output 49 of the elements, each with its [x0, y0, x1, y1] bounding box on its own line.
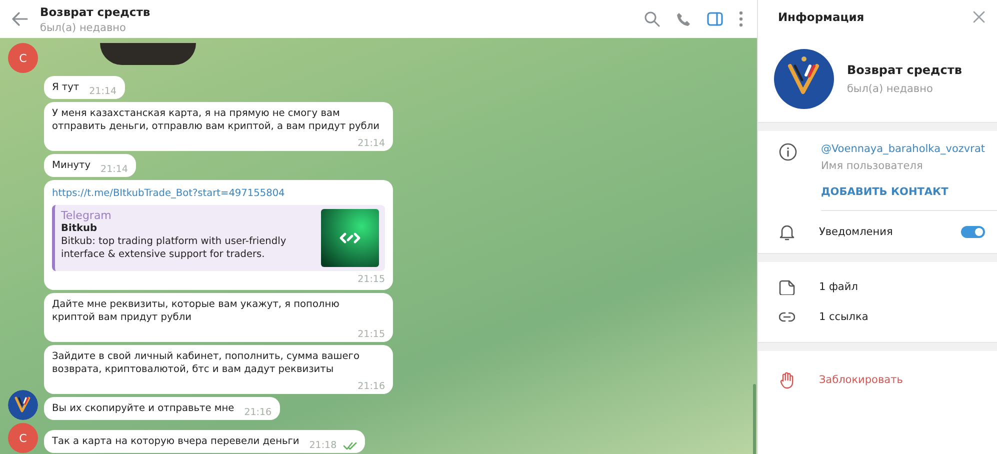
message-text: Вы их скопируйте и отправьте мне — [52, 402, 234, 415]
shared-media-item[interactable]: 1 ссылка — [818, 311, 985, 323]
message-time: 21:14 — [89, 85, 117, 98]
username-label: Имя пользователя — [820, 160, 924, 172]
message-text: Так а карта на которую вчера перевели деньги — [52, 435, 300, 448]
sidebar-toggle-icon[interactable] — [706, 12, 723, 26]
message-time: 21:15 — [358, 273, 385, 286]
chat-title: Возврат средств — [40, 4, 152, 18]
preview-site: Telegram — [61, 209, 112, 222]
avatar-logo-icon[interactable] — [8, 390, 38, 420]
message-text: Зайдите в свой личный кабинет, пополнить, сумма вашего возврата, криптовалютой, бтс и вам дадут реквизиты — [52, 350, 360, 376]
avatar[interactable]: С — [8, 43, 38, 73]
add-contact-button[interactable]: ДОБАВИТЬ КОНТАКТ — [820, 186, 985, 198]
notifications-switch[interactable] — [961, 226, 985, 238]
preview-title: Bitkub — [61, 222, 98, 235]
back-arrow-icon[interactable] — [12, 12, 28, 26]
chat-status: был(а) недавно — [40, 22, 127, 34]
close-icon[interactable] — [973, 11, 985, 23]
hand-icon — [778, 371, 795, 389]
message-time: 21:18 — [309, 439, 337, 452]
username-link[interactable]: @Voennaya_baraholka_vozvrat — [820, 143, 985, 155]
message-link[interactable]: https://t.me/BItkubTrade_Bot?start=497155804 — [52, 187, 385, 200]
notifications-label: Уведомления — [818, 226, 894, 238]
message-time: 21:14 — [100, 163, 128, 176]
message-time: 21:16 — [244, 406, 272, 419]
link-preview[interactable]: Telegram Bitkub Bitkub: top trading platform with user-friendly interface & extensive support for traders. — [52, 205, 385, 271]
message-time: 21:14 — [358, 137, 385, 150]
phone-icon[interactable] — [676, 12, 691, 26]
message-time: 21:15 — [358, 328, 385, 341]
message-text: Я тут — [52, 81, 80, 94]
preview-description: Bitkub: top trading platform with user-friendly interface & extensive support for traders. — [61, 235, 288, 261]
panel-title: Информация — [778, 10, 864, 24]
message-time: 21:16 — [358, 380, 385, 393]
info-icon — [778, 143, 797, 161]
search-icon[interactable] — [644, 11, 660, 27]
message-text: Минуту — [52, 159, 91, 172]
avatar[interactable]: С — [8, 423, 38, 453]
bell-icon — [778, 223, 795, 241]
profile-status: был(а) недавно — [846, 83, 934, 95]
profile-name: Возврат средств — [846, 63, 962, 77]
block-user-button[interactable]: Заблокировать — [818, 374, 903, 386]
shared-media-item[interactable]: 1 файл — [818, 281, 985, 293]
message-text: Дайте мне реквизиты, которые вам укажут, я пополню криптой вам придут рубли — [52, 298, 340, 324]
message-text: У меня казахстанская карта, я на прямую не смогу вам отправить деньги, отправлю вам криптой, а вам придут рубли — [52, 107, 380, 133]
scrollbar[interactable] — [752, 384, 756, 454]
preview-thumbnail-icon — [321, 209, 379, 267]
file-icon — [778, 279, 795, 295]
more-menu-icon[interactable] — [738, 11, 743, 27]
profile-avatar-logo-icon — [774, 49, 834, 109]
